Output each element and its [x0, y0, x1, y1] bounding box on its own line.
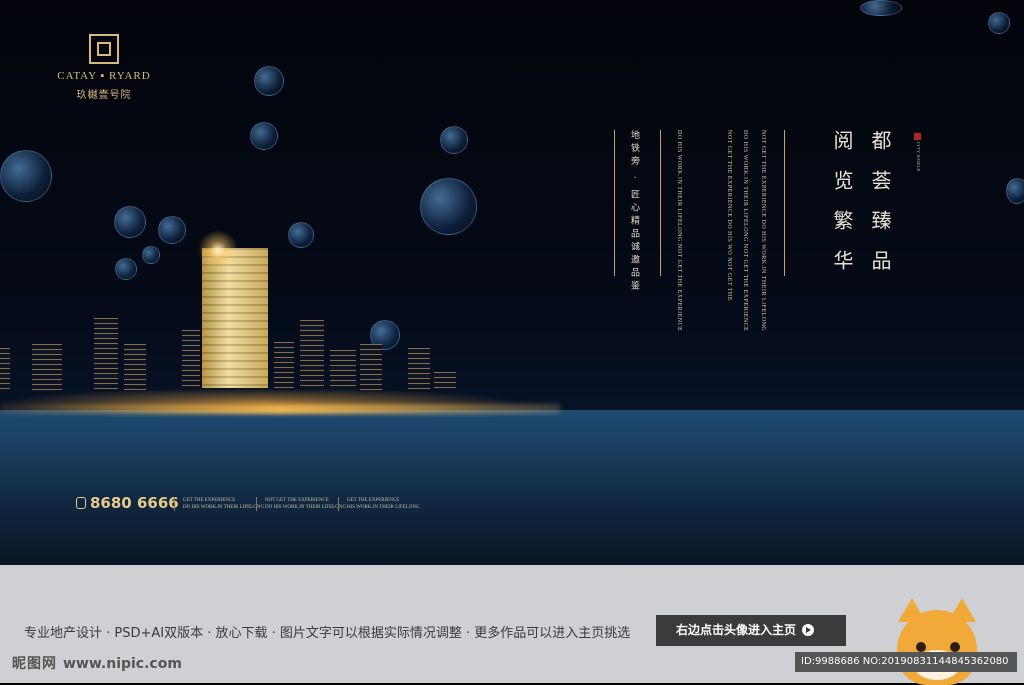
- skyline-building: [300, 320, 324, 390]
- seal-mark: [914, 133, 921, 140]
- lens-flare: [198, 230, 238, 270]
- bottom-english: GET THE EXPERIENCE DO HIS WORK.IN THEIR …: [174, 497, 264, 511]
- bottom-english-line: DO HIS WORK.IN THEIR LIFELONG: [265, 505, 347, 510]
- poster: CATAY ▪ RYARD 玖樾壹号院 CITY WORLD 都荟臻品 阅览繁华…: [0, 0, 1024, 565]
- bubble: [860, 0, 902, 16]
- skyline-building: [0, 348, 10, 390]
- english-line: DO HIS WORK.IN THEIR LIFELONG NOT GET TH…: [742, 130, 748, 332]
- brand-logo: CATAY ▪ RYARD 玖樾壹号院: [54, 34, 154, 101]
- divider: [614, 130, 615, 276]
- bottom-english-line: DO HIS WORK.IN THEIR LIFELONG: [183, 505, 265, 510]
- skyline-building: [408, 348, 430, 390]
- sea-surface: [0, 410, 1024, 565]
- phone-text: 8680 6666: [90, 494, 179, 512]
- bubble: [115, 258, 137, 280]
- image-id: ID:9988686 NO:20190831144845362080: [795, 652, 1017, 672]
- side-mark: CITY WORLD: [916, 142, 921, 172]
- phone-icon: [76, 497, 86, 509]
- divider: [784, 130, 785, 276]
- bubble: [0, 150, 52, 202]
- bottom-english-line: GET THE EXPERIENCE: [347, 498, 400, 503]
- bubble: [440, 126, 468, 154]
- bottom-english-line: GET THE EXPERIENCE: [183, 498, 236, 503]
- english-line: NOT GET THE EXPERIENCE DO HIS WORK.IN TH…: [760, 130, 766, 332]
- skyline-building: [124, 344, 146, 390]
- skyline-building: [330, 350, 356, 390]
- english-line: NOT GET THE EXPERIENCE DO HIS WO NOT GET…: [726, 130, 732, 302]
- bottom-english-line: NOT GET THE EXPERIENCE: [265, 498, 329, 503]
- cat-eye: [916, 642, 926, 652]
- subtitle: 地铁旁 · 匠心精品诚邀品鉴: [629, 130, 639, 294]
- bubble: [114, 206, 146, 238]
- skyline-building: [434, 372, 456, 390]
- headline-col-1: 都荟臻品: [868, 130, 892, 290]
- bubble: [254, 66, 284, 96]
- skyline-building: [274, 342, 294, 390]
- bottom-english-line: HIS WORK.IN THEIR LIFELONG: [347, 505, 420, 510]
- bubble: [420, 178, 477, 235]
- skyline-building: [94, 318, 118, 390]
- skyline-building: [182, 330, 200, 390]
- skyline-building: [32, 344, 62, 390]
- homepage-button[interactable]: 右边点击头像进入主页: [656, 615, 846, 646]
- phone-number: 8680 6666: [76, 494, 179, 512]
- bubble: [250, 122, 278, 150]
- play-arrow-icon: [802, 624, 815, 636]
- bubble: [158, 216, 186, 244]
- bottom-english: GET THE EXPERIENCE HIS WORK.IN THEIR LIF…: [338, 497, 420, 511]
- bubble: [1006, 178, 1024, 204]
- watermark: 昵图网 www.nipic.com: [12, 653, 182, 673]
- logo-mark-icon: [89, 34, 119, 64]
- homepage-button-label: 右边点击头像进入主页: [676, 623, 797, 637]
- divider: [660, 130, 661, 276]
- bubble: [988, 12, 1010, 34]
- light-streak: [0, 404, 560, 414]
- watermark-url: www.nipic.com: [63, 656, 182, 672]
- cat-eye: [950, 642, 960, 652]
- watermark-brand: 昵图网: [12, 656, 57, 672]
- bubble: [142, 246, 160, 264]
- skyline-building: [360, 344, 382, 390]
- headline-col-2: 阅览繁华: [830, 130, 854, 290]
- english-line: DO HIS WORK.IN THEIR LIFELONG NOT GET TH…: [676, 130, 682, 332]
- bottom-english: NOT GET THE EXPERIENCE DO HIS WORK.IN TH…: [256, 497, 346, 511]
- brand-name-cn: 玖樾壹号院: [76, 90, 132, 101]
- footer-description: 专业地产设计 · PSD+AI双版本 · 放心下载 · 图片文字可以根据实际情况…: [24, 626, 631, 641]
- brand-name-en: CATAY ▪ RYARD: [57, 70, 151, 82]
- bubble: [288, 222, 314, 248]
